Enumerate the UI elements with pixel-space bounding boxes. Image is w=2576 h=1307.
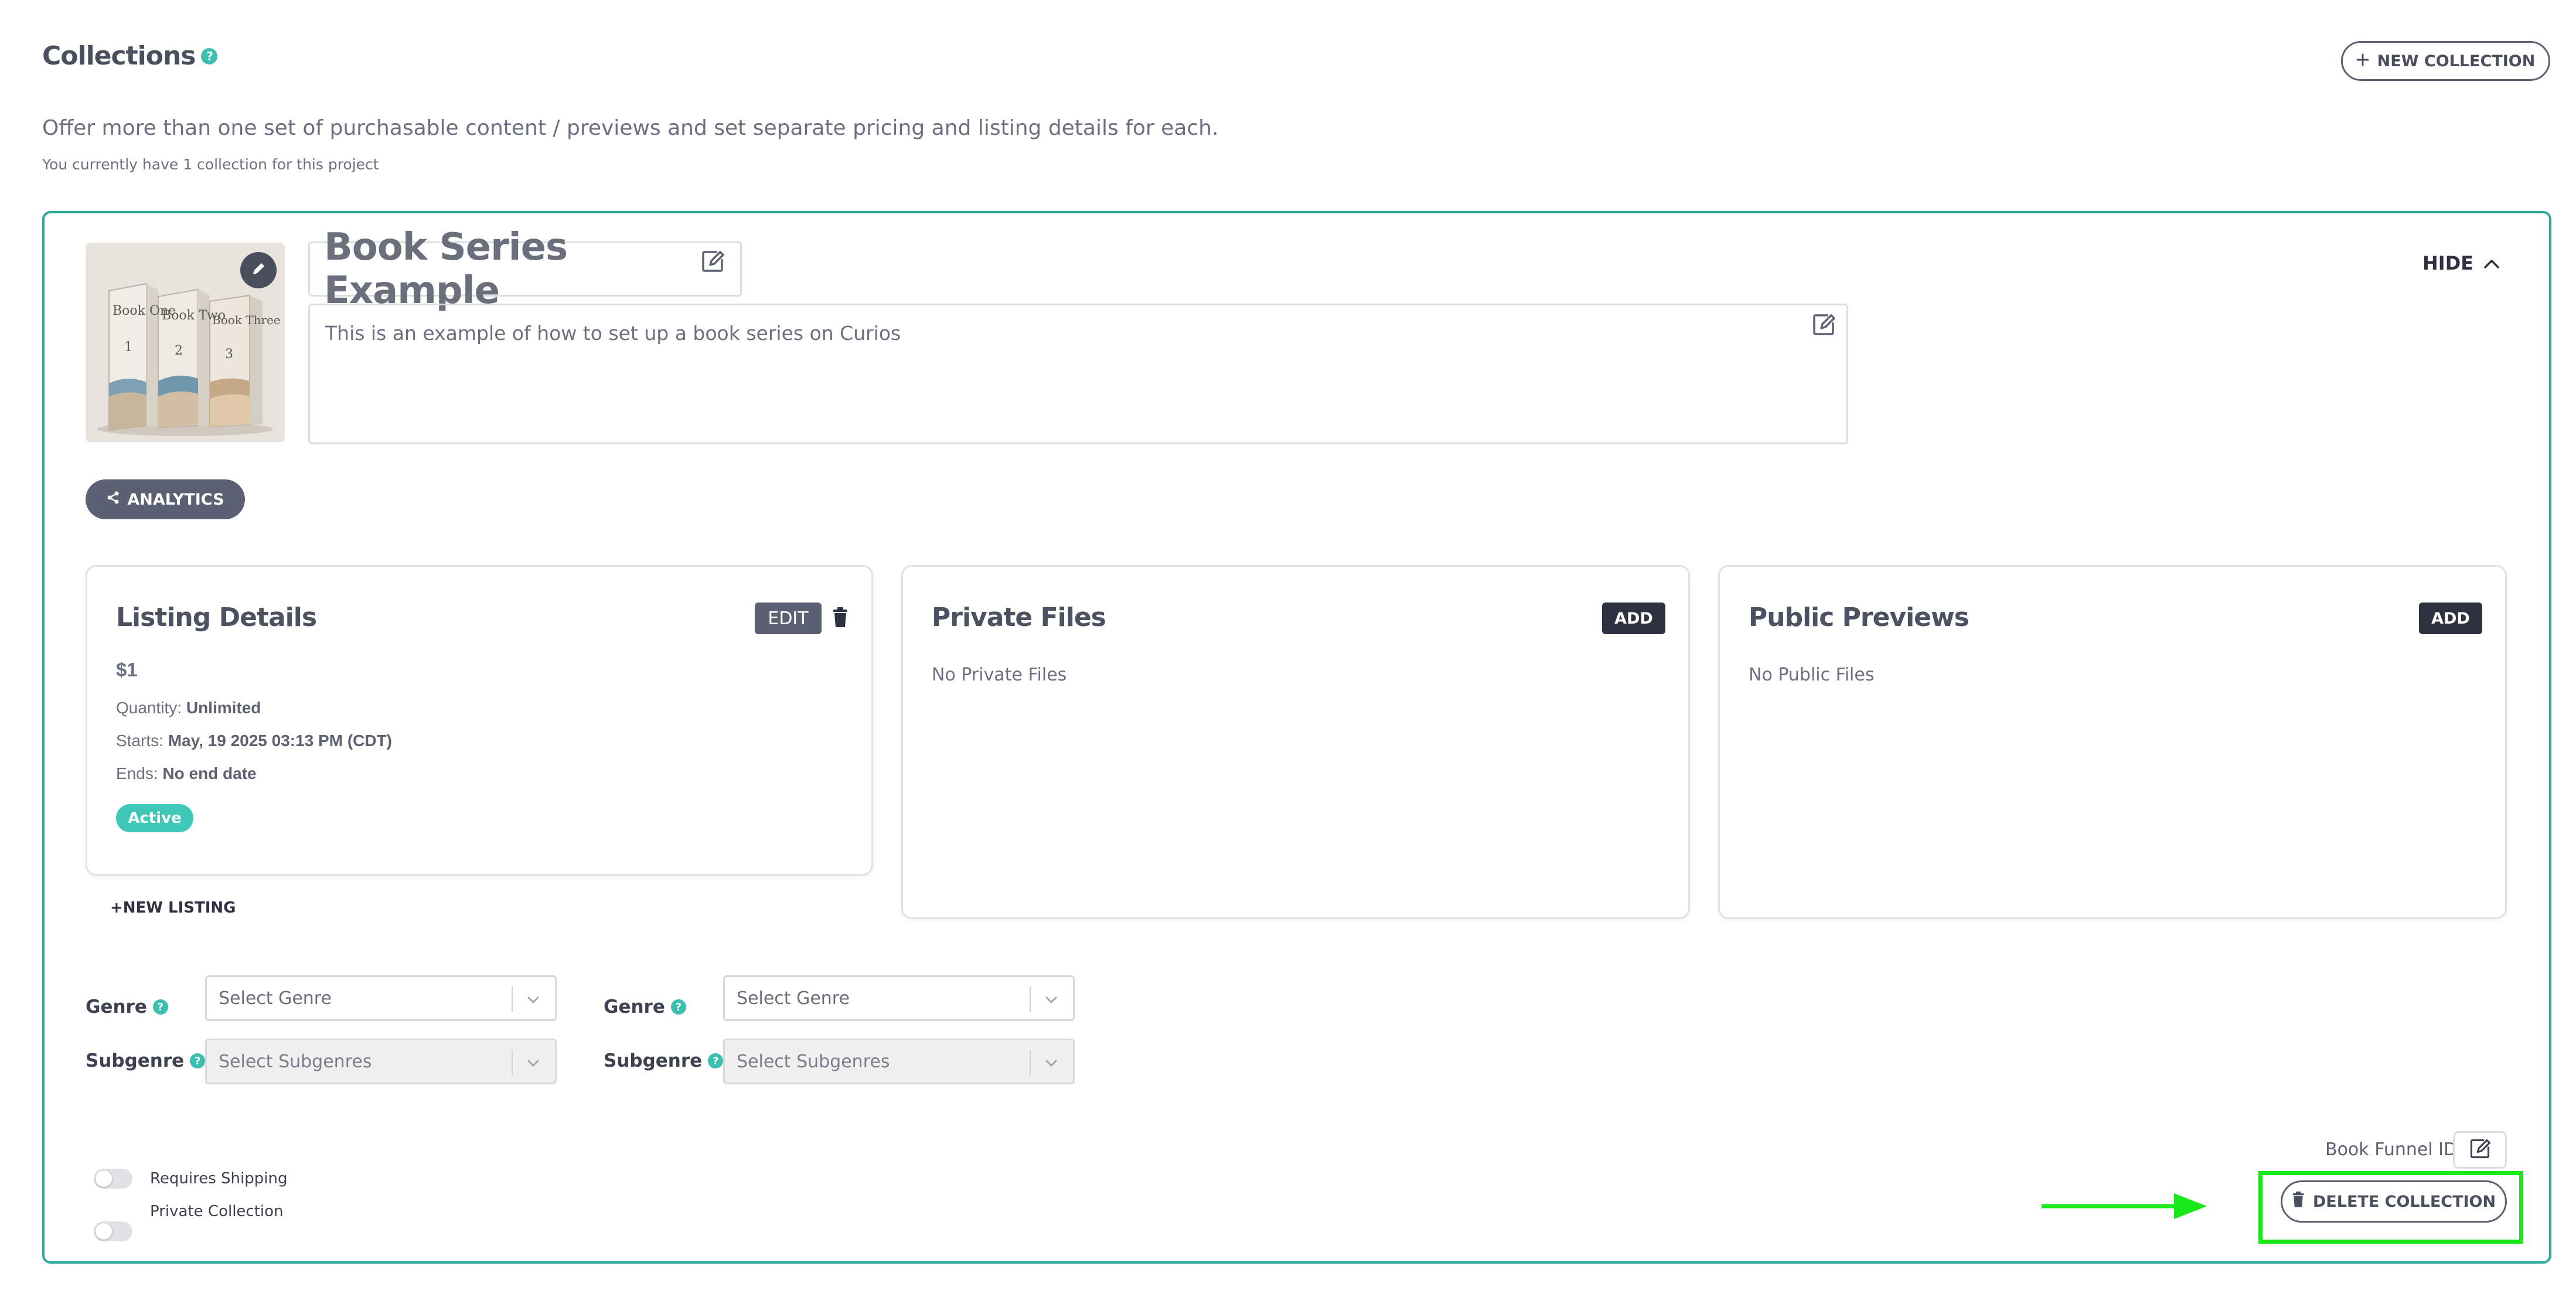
- listing-ends: Ends: No end date: [116, 764, 257, 783]
- cover-book-2-number: 2: [175, 343, 183, 358]
- genre-label-2: Genre ?: [604, 996, 686, 1017]
- select-separator: [512, 986, 513, 1012]
- subgenre-label-1: Subgenre ?: [86, 1050, 206, 1071]
- quantity-label: Quantity:: [116, 699, 182, 717]
- requires-shipping-toggle[interactable]: [94, 1169, 132, 1189]
- book-funnel-label: Book Funnel ID:: [2325, 1139, 2463, 1160]
- analytics-button[interactable]: ANALYTICS: [86, 479, 245, 519]
- genre-label-text: Genre: [86, 996, 147, 1017]
- plus-icon: [2356, 52, 2369, 70]
- share-icon: [106, 491, 120, 509]
- help-icon[interactable]: ?: [152, 999, 168, 1015]
- subgenre-label-2: Subgenre ?: [604, 1050, 724, 1071]
- chevron-down-icon: [1042, 991, 1060, 1013]
- cover-book-3-number: 3: [225, 347, 233, 362]
- private-collection-label: Private Collection: [150, 1203, 284, 1220]
- private-files-empty: No Private Files: [932, 665, 1067, 685]
- edit-listing-button[interactable]: EDIT: [755, 603, 822, 634]
- delete-collection-button[interactable]: DELETE COLLECTION: [2281, 1180, 2507, 1223]
- subgenre-label-text: Subgenre: [604, 1050, 703, 1071]
- new-collection-button[interactable]: NEW COLLECTION: [2341, 41, 2550, 81]
- page-title-text: Collections: [42, 41, 196, 71]
- hide-collection-toggle[interactable]: HIDE: [2422, 252, 2500, 274]
- private-files-title: Private Files: [932, 603, 1106, 632]
- subgenre-select-value: Select Subgenres: [219, 1051, 372, 1072]
- collection-name-field[interactable]: Book Series Example: [308, 226, 742, 312]
- subgenre-select-value: Select Subgenres: [737, 1051, 890, 1072]
- new-collection-label: NEW COLLECTION: [2377, 52, 2536, 70]
- pencil-icon: [250, 261, 267, 280]
- ends-value: No end date: [162, 764, 257, 782]
- edit-icon: [2468, 1137, 2492, 1163]
- delete-listing-icon[interactable]: [832, 607, 849, 631]
- collection-count: You currently have 1 collection for this…: [42, 156, 379, 173]
- subgenre-label-text: Subgenre: [86, 1050, 185, 1071]
- select-separator: [1030, 986, 1031, 1012]
- starts-label: Starts:: [116, 731, 163, 750]
- quantity-value: Unlimited: [186, 699, 261, 717]
- edit-book-funnel-button[interactable]: [2453, 1131, 2507, 1169]
- status-badge: Active: [116, 804, 193, 832]
- listing-quantity: Quantity: Unlimited: [116, 699, 261, 717]
- listing-details-title: Listing Details: [116, 603, 317, 632]
- cover-book-3-title: Book Three: [212, 313, 281, 327]
- genre-select-1[interactable]: Select Genre: [205, 975, 557, 1021]
- collection-description: This is an example of how to set up a bo…: [325, 322, 901, 345]
- page-subtitle: Offer more than one set of purchasable c…: [42, 116, 1219, 140]
- hide-label: HIDE: [2422, 252, 2474, 274]
- select-separator: [1030, 1050, 1031, 1075]
- analytics-label: ANALYTICS: [127, 490, 224, 509]
- public-previews-title: Public Previews: [1749, 603, 1970, 632]
- collection-name: Book Series Example: [324, 226, 568, 312]
- genre-label-text: Genre: [604, 996, 665, 1017]
- help-icon[interactable]: ?: [670, 999, 686, 1015]
- chevron-down-icon: [524, 991, 542, 1013]
- collection-description-field[interactable]: This is an example of how to set up a bo…: [308, 304, 1848, 444]
- help-icon[interactable]: ?: [708, 1053, 724, 1068]
- page-title: Collections ?: [42, 41, 218, 71]
- edit-description-icon[interactable]: [1811, 312, 1836, 340]
- listing-starts: Starts: May, 19 2025 03:13 PM (CDT): [116, 731, 392, 750]
- help-icon[interactable]: ?: [190, 1053, 206, 1068]
- starts-value: May, 19 2025 03:13 PM (CDT): [168, 731, 393, 750]
- ends-label: Ends:: [116, 764, 158, 782]
- trash-icon: [2292, 1191, 2305, 1212]
- annotation-arrow-icon: [2039, 1190, 2209, 1225]
- listing-price: $1: [116, 659, 138, 680]
- genre-select-value: Select Genre: [737, 988, 850, 1009]
- private-collection-toggle[interactable]: [94, 1221, 132, 1241]
- delete-collection-label: DELETE COLLECTION: [2312, 1192, 2496, 1211]
- new-listing-button[interactable]: +NEW LISTING: [110, 899, 236, 917]
- edit-name-icon[interactable]: [700, 249, 725, 277]
- public-previews-empty: No Public Files: [1749, 665, 1875, 685]
- subgenre-select-2[interactable]: Select Subgenres: [723, 1039, 1075, 1084]
- requires-shipping-label: Requires Shipping: [150, 1170, 288, 1187]
- cover-book-1-number: 1: [124, 340, 132, 355]
- chevron-down-icon: [524, 1054, 542, 1077]
- select-separator: [512, 1050, 513, 1075]
- add-private-file-button[interactable]: ADD: [1602, 603, 1665, 634]
- genre-select-value: Select Genre: [219, 988, 332, 1009]
- add-public-preview-button[interactable]: ADD: [2419, 603, 2482, 634]
- subgenre-select-1[interactable]: Select Subgenres: [205, 1039, 557, 1084]
- genre-label-1: Genre ?: [86, 996, 168, 1017]
- cover-edit-button[interactable]: [240, 252, 277, 288]
- genre-select-2[interactable]: Select Genre: [723, 975, 1075, 1021]
- chevron-up-icon: [2483, 252, 2500, 274]
- help-icon[interactable]: ?: [201, 47, 218, 64]
- chevron-down-icon: [1042, 1054, 1060, 1077]
